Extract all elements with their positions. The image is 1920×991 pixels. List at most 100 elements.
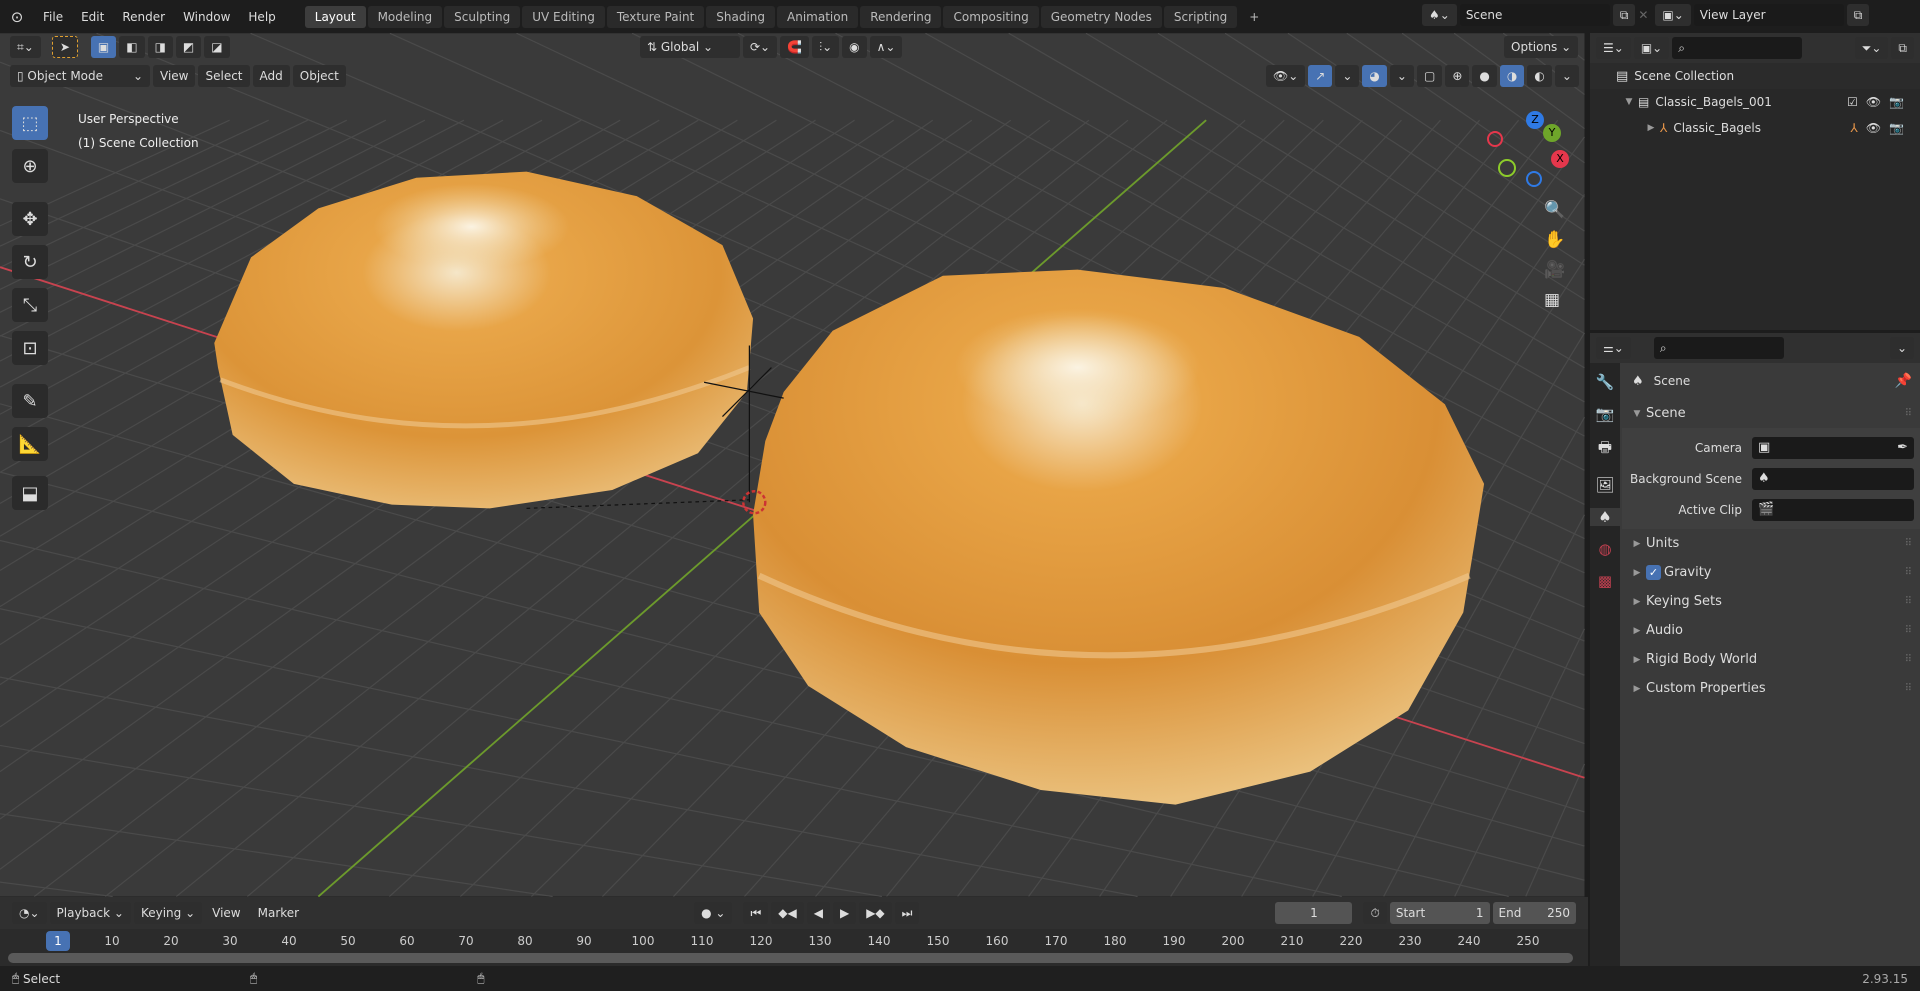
xray-toggle-icon[interactable]: ▢ xyxy=(1416,65,1443,87)
overlay-toggle-icon[interactable]: ◕ xyxy=(1362,65,1387,87)
next-keyframe-icon[interactable]: ▶◆ xyxy=(859,902,892,924)
add-cube-tool-icon[interactable]: ⬓ xyxy=(12,476,48,510)
gizmo-neg-x[interactable] xyxy=(1487,131,1503,147)
overlay-dropdown[interactable]: ⌄ xyxy=(1389,65,1414,87)
tab-compositing[interactable]: Compositing xyxy=(943,5,1039,28)
select-mode-intersect-icon[interactable]: ◪ xyxy=(204,36,230,58)
menu-select[interactable]: Select xyxy=(198,65,250,87)
tab-animation[interactable]: Animation xyxy=(777,5,859,28)
panel-gravity[interactable]: ▶ ✓ Gravity ⠿ xyxy=(1622,558,1920,587)
shading-wireframe-icon[interactable]: ⊕ xyxy=(1445,65,1470,87)
outliner-row-object[interactable]: ▶ ⅄ Classic_Bagels ⅄👁📷 xyxy=(1590,115,1920,141)
visibility-icon[interactable]: 👁⌄ xyxy=(1266,65,1306,87)
select-mode-extend-icon[interactable]: ◧ xyxy=(119,36,145,58)
select-tool-icon[interactable]: ➤ xyxy=(51,36,78,58)
end-frame-field[interactable]: End 250 xyxy=(1492,902,1576,924)
display-mode-icon[interactable]: ▣⌄ xyxy=(1633,37,1670,59)
preview-range-icon[interactable]: ⏱ xyxy=(1363,902,1387,924)
tab-texture-paint[interactable]: Texture Paint xyxy=(606,5,705,28)
scale-tool-icon[interactable]: ⤡ xyxy=(12,288,48,322)
move-tool-icon[interactable]: ✥ xyxy=(12,202,48,236)
camera-field[interactable]: ▣ ✒ xyxy=(1752,436,1914,459)
gizmo-neg-z[interactable] xyxy=(1526,171,1542,187)
gizmo-dropdown[interactable]: ⌄ xyxy=(1335,65,1360,87)
play-reverse-icon[interactable]: ◀ xyxy=(806,902,830,924)
menu-file[interactable]: File xyxy=(34,10,72,24)
drag-handle-icon[interactable]: ⠿ xyxy=(1905,538,1912,549)
view-layer-tab-icon[interactable]: 🖼 xyxy=(1595,476,1614,494)
panel-custom-properties[interactable]: ▶ Custom Properties ⠿ xyxy=(1622,674,1920,703)
menu-window[interactable]: Window xyxy=(174,10,239,24)
gravity-checkbox[interactable]: ✓ xyxy=(1646,565,1661,580)
drag-handle-icon[interactable]: ⠿ xyxy=(1905,567,1912,578)
render-tab-icon[interactable]: 📷 xyxy=(1596,405,1615,423)
panel-scene-header[interactable]: ▼ Scene ⠿ xyxy=(1622,399,1920,428)
jump-end-icon[interactable]: ⏭ xyxy=(894,902,920,924)
menu-view[interactable]: View xyxy=(153,65,196,87)
camera-view-icon[interactable]: 🎥 xyxy=(1544,260,1565,280)
proportional-edit-icon[interactable]: ◉ xyxy=(842,36,867,58)
menu-playback[interactable]: Playback ⌄ xyxy=(49,902,131,924)
pin-icon[interactable]: 📌 xyxy=(1895,373,1912,389)
prev-keyframe-icon[interactable]: ◆◀ xyxy=(771,902,804,924)
menu-keying[interactable]: Keying ⌄ xyxy=(133,902,203,924)
new-scene-icon[interactable]: ⧉ xyxy=(1612,4,1636,26)
editor-type-icon[interactable]: ⌗⌄ xyxy=(10,36,41,58)
panel-units[interactable]: ▶ Units ⠿ xyxy=(1622,529,1920,558)
drag-handle-icon[interactable]: ⠿ xyxy=(1905,654,1912,665)
add-workspace-button[interactable]: + xyxy=(1239,6,1269,28)
timeline-scrollbar[interactable] xyxy=(8,953,1573,963)
panel-audio[interactable]: ▶ Audio ⠿ xyxy=(1622,616,1920,645)
tool-tab-icon[interactable]: 🔧 xyxy=(1596,373,1615,391)
outliner-row-collection[interactable]: ▼ ▤ Classic_Bagels_001 ☑👁📷 xyxy=(1590,89,1920,115)
gizmo-x-axis[interactable]: X xyxy=(1551,150,1569,168)
gizmo-z-axis[interactable]: Z xyxy=(1526,111,1544,129)
pivot-point-icon[interactable]: ⟳⌄ xyxy=(743,36,778,58)
menu-marker[interactable]: Marker xyxy=(251,902,306,924)
texture-tab-icon[interactable]: ▩ xyxy=(1598,572,1612,590)
play-icon[interactable]: ▶ xyxy=(832,902,857,924)
outliner-row-scene-collection[interactable]: ▤ Scene Collection xyxy=(1590,63,1920,89)
select-mode-subtract-icon[interactable]: ◨ xyxy=(147,36,173,58)
annotate-tool-icon[interactable]: ✎ xyxy=(12,384,48,418)
frame-ruler[interactable]: 1 10 20 30 40 50 60 70 80 90 100 110 120 130 140 150 16… xyxy=(0,931,1588,951)
shading-solid-icon[interactable]: ● xyxy=(1472,65,1497,87)
view-layer-selector-icon[interactable]: ▣⌄ xyxy=(1655,4,1691,26)
tab-sculpting[interactable]: Sculpting xyxy=(444,5,521,28)
menu-render[interactable]: Render xyxy=(113,10,174,24)
timeline-editor-type-icon[interactable]: ◔⌄ xyxy=(12,902,47,924)
tab-uv-editing[interactable]: UV Editing xyxy=(522,5,605,28)
expand-icon[interactable]: ▶ xyxy=(1642,123,1660,133)
background-scene-field[interactable]: ♠ xyxy=(1752,467,1914,490)
filter-icon[interactable]: ⏷⌄ xyxy=(1854,37,1889,59)
drag-handle-icon[interactable]: ⠿ xyxy=(1905,408,1912,419)
menu-view[interactable]: View xyxy=(205,902,247,924)
tab-modeling[interactable]: Modeling xyxy=(367,5,443,28)
properties-editor-type-icon[interactable]: ⚌⌄ xyxy=(1596,337,1631,359)
falloff-icon[interactable]: ∧⌄ xyxy=(869,36,903,58)
mode-dropdown[interactable]: ▯ Object Mode ⌄ xyxy=(10,65,150,87)
menu-edit[interactable]: Edit xyxy=(72,10,113,24)
start-frame-field[interactable]: Start 1 xyxy=(1389,902,1490,924)
tab-shading[interactable]: Shading xyxy=(706,5,775,28)
shading-rendered-icon[interactable]: ◐ xyxy=(1527,65,1552,87)
outliner-editor-type-icon[interactable]: ☰⌄ xyxy=(1596,37,1631,59)
menu-object[interactable]: Object xyxy=(292,65,346,87)
select-mode-new-icon[interactable]: ▣ xyxy=(90,36,117,58)
active-clip-field[interactable]: 🎬 xyxy=(1752,498,1914,521)
menu-add[interactable]: Add xyxy=(252,65,290,87)
scene-selector-icon[interactable]: ♠⌄ xyxy=(1422,4,1457,26)
snap-toggle-icon[interactable]: 🧲 xyxy=(780,36,810,58)
panel-rigid-body-world[interactable]: ▶ Rigid Body World ⠿ xyxy=(1622,645,1920,674)
gizmo-neg-y[interactable] xyxy=(1498,159,1516,177)
gizmo-toggle-icon[interactable]: ↗ xyxy=(1308,65,1333,87)
new-collection-icon[interactable]: ⧉ xyxy=(1891,37,1914,59)
properties-search-input[interactable]: ⌕ xyxy=(1653,337,1784,359)
transform-tool-icon[interactable]: ⊡ xyxy=(12,331,48,365)
shading-material-icon[interactable]: ◑ xyxy=(1499,65,1525,87)
drag-handle-icon[interactable]: ⠿ xyxy=(1905,683,1912,694)
remove-scene-icon[interactable]: ✕ xyxy=(1638,8,1652,22)
jump-start-icon[interactable]: ⏮ xyxy=(743,902,769,924)
snap-target-icon[interactable]: ⫶⌄ xyxy=(812,36,840,58)
tab-rendering[interactable]: Rendering xyxy=(860,5,942,28)
